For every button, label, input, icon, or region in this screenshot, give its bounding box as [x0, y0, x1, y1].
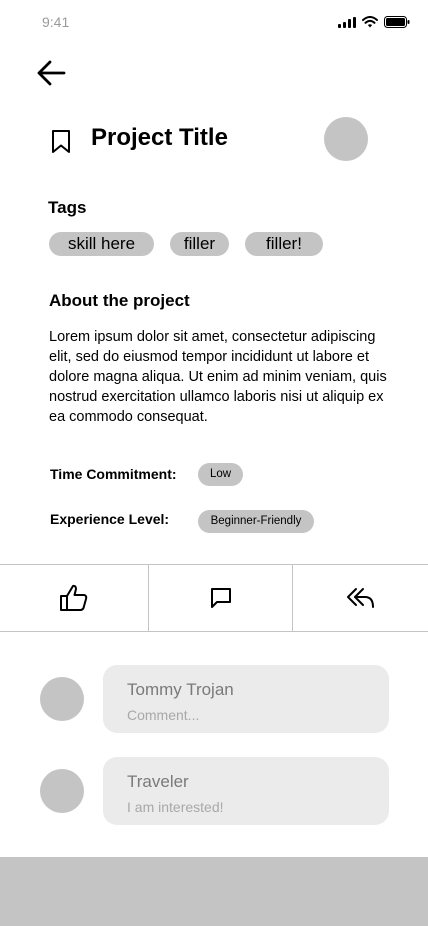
comment-bubble: Tommy Trojan Comment... [103, 665, 389, 733]
comment-button[interactable] [149, 565, 292, 631]
comment-text: Comment... [127, 707, 200, 723]
about-text: Lorem ipsum dolor sit amet, consectetur … [49, 329, 387, 425]
commenter-avatar[interactable] [40, 677, 84, 721]
page-title: Project Title [91, 124, 228, 151]
owner-avatar[interactable] [324, 117, 368, 161]
commenter-avatar[interactable] [40, 769, 84, 813]
tags-list: skill here filler filler! [49, 232, 323, 256]
bottom-bar [0, 857, 428, 926]
status-time: 9:41 [42, 14, 70, 30]
time-commitment-label: Time Commitment: [50, 466, 177, 482]
experience-level-label: Experience Level: [50, 511, 170, 527]
tags-heading: Tags [48, 198, 87, 217]
signal-icon [338, 16, 356, 28]
comment-icon [210, 588, 231, 608]
back-button[interactable] [34, 56, 68, 90]
action-bar-bottom-divider [0, 631, 428, 632]
reply-icon [346, 588, 374, 608]
wifi-icon [362, 16, 378, 28]
tag-chip[interactable]: filler [170, 232, 229, 256]
commenter-name: Traveler [127, 772, 189, 791]
status-icons [338, 16, 410, 28]
reply-button[interactable] [293, 565, 428, 631]
tag-chip[interactable]: skill here [49, 232, 154, 256]
tag-chip[interactable]: filler! [245, 232, 323, 256]
battery-icon [384, 16, 410, 28]
commenter-name: Tommy Trojan [127, 680, 234, 699]
arrow-left-icon [37, 60, 66, 86]
time-commitment-badge: Low [198, 463, 243, 486]
thumbs-up-icon [60, 584, 88, 611]
comment-text: I am interested! [127, 799, 224, 815]
bookmark-icon[interactable] [50, 129, 72, 155]
like-button[interactable] [0, 565, 148, 631]
about-heading: About the project [49, 291, 190, 310]
experience-level-badge: Beginner-Friendly [198, 510, 314, 533]
comment-bubble: Traveler I am interested! [103, 757, 389, 825]
